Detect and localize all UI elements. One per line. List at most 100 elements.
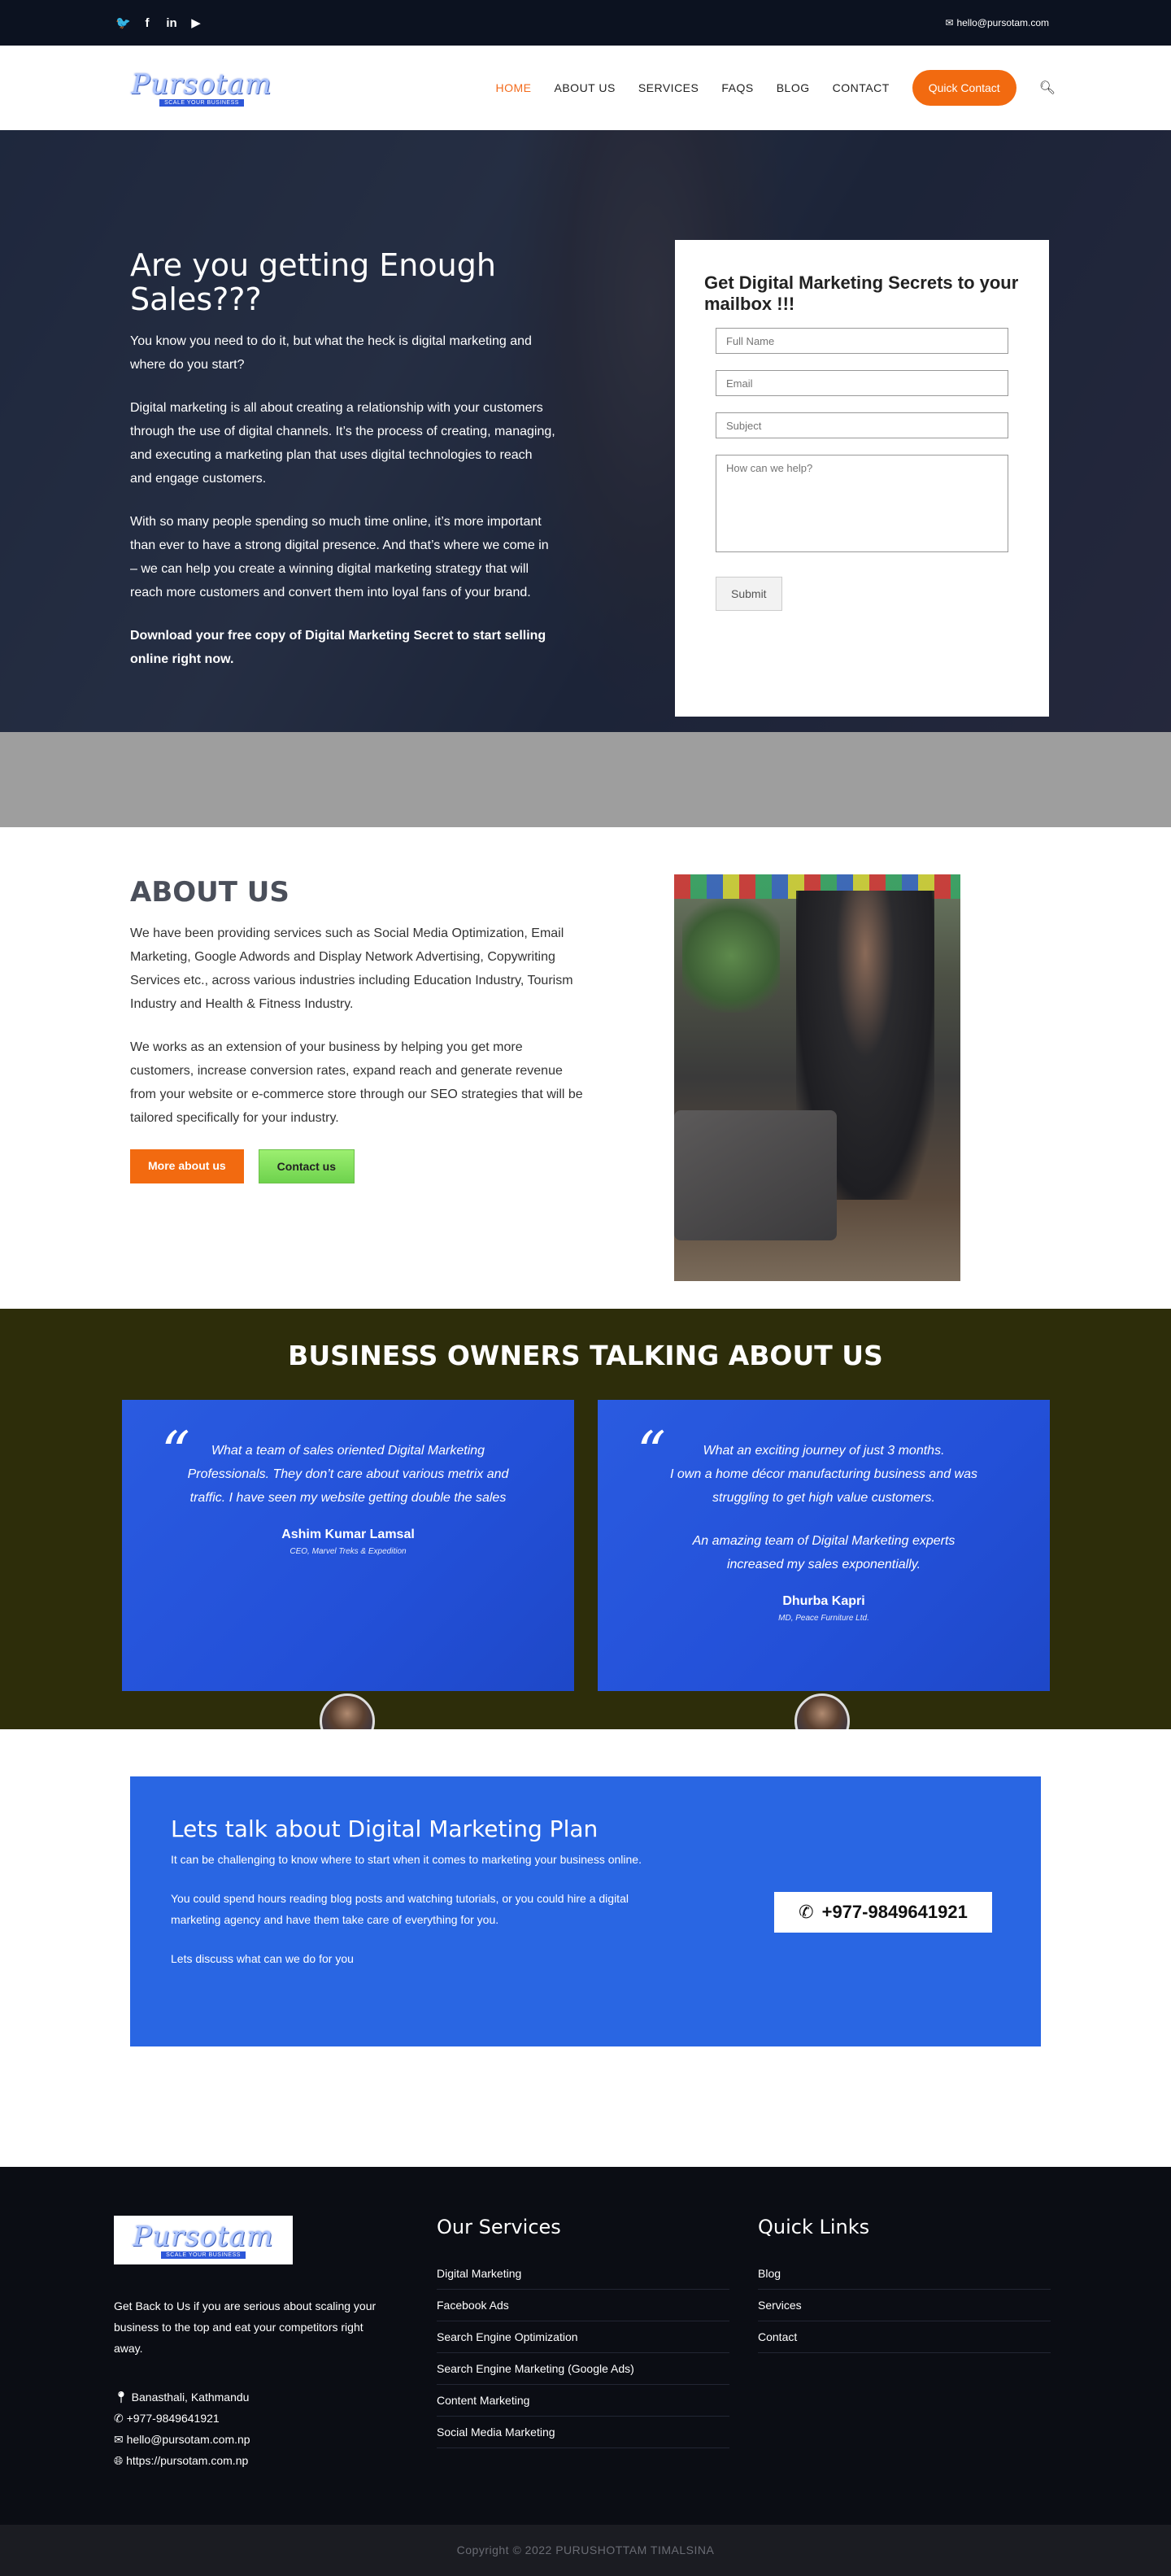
hero-paragraph-1: You know you need to do it, but what the… [130, 334, 532, 372]
testimonial-quote-continued: An amazing team of Digital Marketing exp… [692, 1534, 956, 1571]
cta-paragraph-3: Lets discuss what can we do for you [171, 1952, 354, 1965]
facebook-icon[interactable]: f [140, 16, 155, 30]
full-name-input[interactable] [716, 328, 1008, 354]
top-email-link[interactable]: ✉ hello@pursotam.com [945, 17, 1049, 28]
testimonial-role: CEO, Marvel Treks & Expedition [289, 1547, 407, 1556]
testimonials-title: BUSINESS OWNERS TALKING ABOUT US [288, 1340, 883, 1371]
laptop-graphic [674, 1110, 837, 1240]
services-heading: Our Services [437, 2216, 561, 2238]
gray-divider-band [0, 732, 1171, 827]
about-buttons: More about us Contact us [130, 1149, 586, 1183]
hero-paragraph-3: With so many people spending so much tim… [130, 515, 549, 599]
testimonial-name: Ashim Kumar Lamsal [281, 1528, 415, 1541]
site-header: Pursotam SCALE YOUR BUSINESS HOME ABOUT … [0, 46, 1171, 130]
nav-services[interactable]: SERVICES [638, 81, 699, 94]
twitter-icon[interactable]: 🐦 [115, 15, 131, 30]
signup-form: Get Digital Marketing Secrets to your ma… [675, 240, 1049, 717]
phone-number: +977-9849641921 [821, 1902, 968, 1922]
footer-quick-link[interactable]: Services [758, 2290, 1051, 2321]
top-bar: 🐦 f in ▶ ✉ hello@pursotam.com [0, 0, 1171, 46]
search-icon[interactable]: 🔍︎ [1039, 80, 1056, 96]
about-section: ABOUT US We have been providing services… [0, 827, 1171, 1309]
footer-contact: 📍︎ Banasthali, Kathmandu ✆ +977-98496419… [114, 2386, 250, 2471]
testimonial-role: MD, Peace Furniture Ltd. [778, 1614, 869, 1623]
testimonial-card: “ What an exciting journey of just 3 mon… [598, 1400, 1050, 1691]
about-text: ABOUT US We have been providing services… [130, 876, 586, 1183]
footer-email-text: hello@pursotam.com.np [126, 2433, 250, 2446]
submit-button[interactable]: Submit [716, 577, 782, 611]
about-title: ABOUT US [130, 876, 289, 909]
site-logo[interactable]: Pursotam SCALE YOUR BUSINESS [131, 67, 272, 109]
hero-title: Are you getting Enough Sales??? [130, 247, 496, 317]
phone-button[interactable]: ✆ +977-9849641921 [774, 1892, 992, 1933]
map-marker-icon: 📍︎ [114, 2391, 128, 2404]
nav-about[interactable]: ABOUT US [555, 81, 616, 94]
footer-logo-text: Pursotam [133, 2220, 274, 2253]
footer-email[interactable]: ✉ hello@pursotam.com.np [114, 2429, 250, 2450]
youtube-icon[interactable]: ▶ [189, 15, 203, 30]
copyright-bar: Copyright © 2022 PURUSHOTTAM TIMALSINA [0, 2525, 1171, 2576]
more-about-button[interactable]: More about us [130, 1149, 244, 1183]
footer-quick-link[interactable]: Contact [758, 2321, 1051, 2353]
envelope-icon: ✉ [945, 17, 954, 28]
footer-phone[interactable]: ✆ +977-9849641921 [114, 2408, 250, 2429]
nav-home[interactable]: HOME [496, 81, 532, 94]
nav-blog[interactable]: BLOG [777, 81, 810, 94]
email-input[interactable] [716, 370, 1008, 396]
footer-service-link[interactable]: Search Engine Optimization [437, 2321, 729, 2353]
testimonial-quote: What an exciting journey of just 3 month… [670, 1444, 977, 1505]
testimonials-section: BUSINESS OWNERS TALKING ABOUT US “ What … [0, 1309, 1171, 1749]
linkedin-icon[interactable]: in [164, 16, 179, 30]
nav-faqs[interactable]: FAQS [721, 81, 753, 94]
nav-contact[interactable]: CONTACT [833, 81, 890, 94]
footer-quick-links: Quick Links Blog Services Contact [758, 2216, 1051, 2353]
quick-links-heading: Quick Links [758, 2216, 870, 2238]
footer-address-text: Banasthali, Kathmandu [131, 2391, 250, 2404]
cta-paragraph-2: You could spend hours reading blog posts… [171, 1892, 629, 1926]
message-textarea[interactable] [716, 455, 1008, 552]
phone-icon: ✆ [799, 1902, 814, 1922]
about-paragraph-2: We works as an extension of your busines… [130, 1040, 583, 1125]
top-email-text: hello@pursotam.com [956, 17, 1049, 28]
logo-text: Pursotam [131, 68, 272, 101]
cta-title: Lets talk about Digital Marketing Plan [171, 1815, 599, 1842]
globe-icon: 🌐︎ [114, 2454, 124, 2467]
phone-icon: ✆ [114, 2412, 124, 2425]
site-footer: Pursotam SCALE YOUR BUSINESS Get Back to… [0, 2167, 1171, 2525]
footer-service-link[interactable]: Social Media Marketing [437, 2417, 729, 2448]
footer-website[interactable]: 🌐︎ https://pursotam.com.np [114, 2450, 250, 2471]
footer-service-link[interactable]: Search Engine Marketing (Google Ads) [437, 2353, 729, 2385]
form-title: Get Digital Marketing Secrets to your ma… [704, 272, 1019, 314]
footer-service-link[interactable]: Content Marketing [437, 2385, 729, 2417]
footer-phone-text: +977-9849641921 [126, 2412, 220, 2425]
main-nav: HOME ABOUT US SERVICES FAQS BLOG CONTACT… [496, 70, 1056, 106]
about-paragraph-1: We have been providing services such as … [130, 926, 573, 1011]
footer-services: Our Services Digital Marketing Facebook … [437, 2216, 729, 2448]
envelope-icon: ✉ [114, 2433, 124, 2446]
hero-section: Are you getting Enough Sales??? You know… [0, 130, 1171, 732]
footer-service-link[interactable]: Facebook Ads [437, 2290, 729, 2321]
plant-graphic [682, 899, 780, 1013]
footer-about-text: Get Back to Us if you are serious about … [114, 2299, 377, 2355]
footer-address: 📍︎ Banasthali, Kathmandu [114, 2386, 250, 2408]
footer-quick-link[interactable]: Blog [758, 2258, 1051, 2290]
subject-input[interactable] [716, 412, 1008, 438]
cta-section: Lets talk about Digital Marketing Plan I… [0, 1729, 1171, 2167]
footer-website-text: https://pursotam.com.np [126, 2454, 249, 2467]
hero-paragraph-4: Download your free copy of Digital Marke… [130, 629, 546, 666]
hero-text: Are you getting Enough Sales??? You know… [130, 248, 557, 691]
footer-logo[interactable]: Pursotam SCALE YOUR BUSINESS [114, 2216, 293, 2264]
hero-paragraph-2: Digital marketing is all about creating … [130, 401, 555, 486]
quick-contact-button[interactable]: Quick Contact [912, 70, 1016, 106]
social-links: 🐦 f in ▶ [115, 15, 203, 31]
contact-us-button[interactable]: Contact us [258, 1149, 355, 1183]
cta-paragraph-1: It can be challenging to know where to s… [171, 1853, 642, 1866]
testimonial-name: Dhurba Kapri [782, 1594, 865, 1608]
cta-box: Lets talk about Digital Marketing Plan I… [130, 1776, 1041, 2046]
quote-icon: “ [637, 1419, 666, 1486]
footer-service-link[interactable]: Digital Marketing [437, 2258, 729, 2290]
quote-icon: “ [161, 1419, 190, 1486]
footer-logo-tagline: SCALE YOUR BUSINESS [161, 2251, 246, 2259]
testimonial-quote: What a team of sales oriented Digital Ma… [187, 1444, 509, 1505]
testimonial-card: “ What a team of sales oriented Digital … [122, 1400, 574, 1691]
